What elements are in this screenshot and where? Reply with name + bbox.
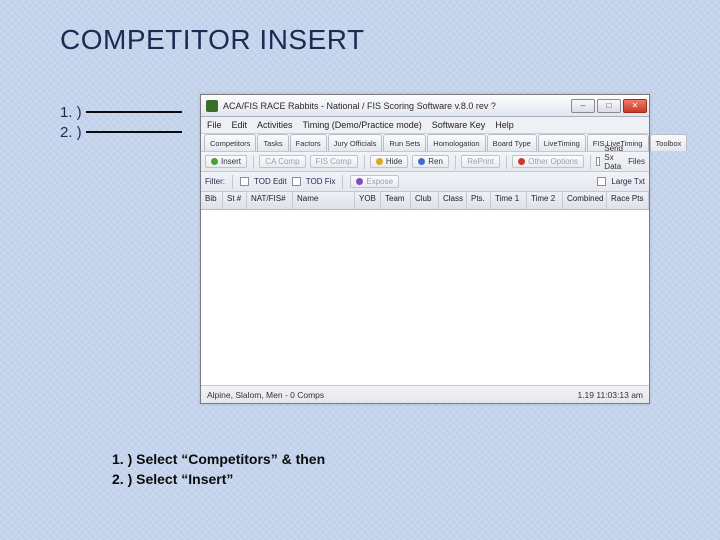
app-icon bbox=[206, 100, 218, 112]
tab-livetiming[interactable]: LiveTiming bbox=[538, 134, 586, 151]
tab-boardtype[interactable]: Board Type bbox=[487, 134, 537, 151]
todfix-checkbox[interactable] bbox=[292, 177, 301, 186]
tab-tasks[interactable]: Tasks bbox=[257, 134, 288, 151]
col-time2[interactable]: Time 2 bbox=[527, 192, 563, 209]
toolbar: Insert CA Comp FIS Comp Hide Ren RePrint… bbox=[201, 152, 649, 172]
ren-button[interactable]: Ren bbox=[412, 155, 449, 168]
col-st[interactable]: St # bbox=[223, 192, 247, 209]
todfix-label: TOD Fix bbox=[306, 177, 336, 186]
col-bib[interactable]: Bib bbox=[201, 192, 223, 209]
grid-body[interactable] bbox=[201, 210, 649, 385]
expose-icon bbox=[356, 178, 363, 185]
grid-header: Bib St # NAT/FIS# Name YOB Team Club Cla… bbox=[201, 192, 649, 210]
largetxt-checkbox[interactable] bbox=[597, 177, 606, 186]
reprint-button[interactable]: RePrint bbox=[461, 155, 500, 168]
separator bbox=[232, 175, 233, 189]
todedit-checkbox[interactable] bbox=[240, 177, 249, 186]
filter-label: Filter: bbox=[205, 177, 225, 186]
col-pts[interactable]: Pts. bbox=[467, 192, 491, 209]
app-window: ACA/FIS RACE Rabbits - National / FIS Sc… bbox=[200, 94, 650, 404]
col-natfis[interactable]: NAT/FIS# bbox=[247, 192, 293, 209]
callout-num-1: 1. ) bbox=[60, 104, 86, 121]
instruction-1: 1. ) Select “Competitors” & then bbox=[112, 450, 325, 470]
largetxt-label: Large Txt bbox=[611, 177, 645, 186]
col-class[interactable]: Class bbox=[439, 192, 467, 209]
menu-file[interactable]: File bbox=[207, 120, 222, 130]
col-yob[interactable]: YOB bbox=[355, 192, 381, 209]
tab-factors[interactable]: Factors bbox=[290, 134, 327, 151]
col-combined[interactable]: Combined bbox=[563, 192, 607, 209]
tabbar: Competitors Tasks Factors Jury Officials… bbox=[201, 134, 649, 152]
titlebar[interactable]: ACA/FIS RACE Rabbits - National / FIS Sc… bbox=[201, 95, 649, 117]
tab-runsets[interactable]: Run Sets bbox=[383, 134, 426, 151]
cacomp-button[interactable]: CA Comp bbox=[259, 155, 305, 168]
menu-edit[interactable]: Edit bbox=[232, 120, 248, 130]
tab-competitors[interactable]: Competitors bbox=[204, 134, 256, 151]
plus-icon bbox=[211, 158, 218, 165]
tab-jury[interactable]: Jury Officials bbox=[328, 134, 383, 151]
menu-activities[interactable]: Activities bbox=[257, 120, 293, 130]
menu-help[interactable]: Help bbox=[495, 120, 514, 130]
col-time1[interactable]: Time 1 bbox=[491, 192, 527, 209]
slide-title: COMPETITOR INSERT bbox=[60, 24, 365, 56]
callout-markers: 1. ) 2. ) bbox=[60, 102, 182, 142]
filterbar: Filter: TOD Edit TOD Fix Expose Large Tx… bbox=[201, 172, 649, 192]
files-label: Files bbox=[628, 157, 645, 166]
col-team[interactable]: Team bbox=[381, 192, 411, 209]
tab-toolbox[interactable]: Toolbox bbox=[650, 134, 688, 151]
separator bbox=[342, 175, 343, 189]
callout-line-1 bbox=[86, 111, 182, 113]
statusbar: Alpine, Slalom, Men - 0 Comps 1.19 11:03… bbox=[201, 385, 649, 403]
menubar: File Edit Activities Timing (Demo/Practi… bbox=[201, 117, 649, 134]
todedit-label: TOD Edit bbox=[254, 177, 287, 186]
callout-num-2: 2. ) bbox=[60, 124, 86, 141]
insert-button[interactable]: Insert bbox=[205, 155, 247, 168]
menu-timing[interactable]: Timing (Demo/Practice mode) bbox=[303, 120, 422, 130]
close-button[interactable]: ✕ bbox=[623, 99, 647, 113]
gear-icon bbox=[518, 158, 525, 165]
menu-softwarekey[interactable]: Software Key bbox=[432, 120, 486, 130]
maximize-button[interactable]: □ bbox=[597, 99, 621, 113]
otheroptions-button[interactable]: Other Options bbox=[512, 155, 584, 168]
col-name[interactable]: Name bbox=[293, 192, 355, 209]
col-racepts[interactable]: Race Pts bbox=[607, 192, 649, 209]
instructions: 1. ) Select “Competitors” & then 2. ) Se… bbox=[112, 450, 325, 489]
expose-button[interactable]: Expose bbox=[350, 175, 399, 188]
ren-icon bbox=[418, 158, 425, 165]
hide-button[interactable]: Hide bbox=[370, 155, 408, 168]
eye-icon bbox=[376, 158, 383, 165]
sendsx-checkbox[interactable] bbox=[596, 157, 600, 166]
status-right: 1.19 11:03:13 am bbox=[577, 390, 643, 400]
fiscomp-button[interactable]: FIS Comp bbox=[310, 155, 358, 168]
instruction-2: 2. ) Select “Insert” bbox=[112, 470, 325, 490]
minimize-button[interactable]: – bbox=[571, 99, 595, 113]
col-club[interactable]: Club bbox=[411, 192, 439, 209]
status-left: Alpine, Slalom, Men - 0 Comps bbox=[207, 390, 324, 400]
window-title: ACA/FIS RACE Rabbits - National / FIS Sc… bbox=[223, 101, 569, 111]
callout-line-2 bbox=[86, 131, 182, 133]
tab-homolog[interactable]: Homologation bbox=[427, 134, 485, 151]
